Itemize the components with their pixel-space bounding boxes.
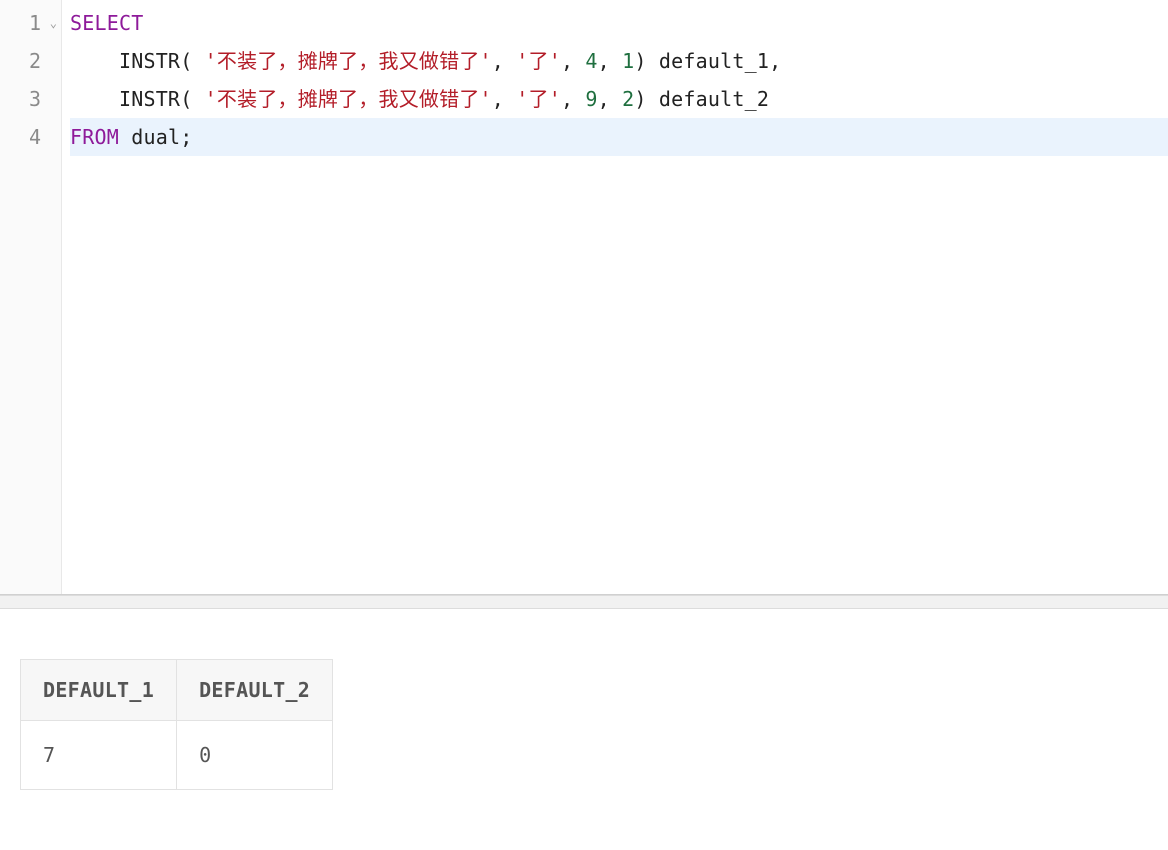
function-instr: INSTR <box>119 49 180 73</box>
paren-close: ) <box>634 87 658 111</box>
code-line-2[interactable]: INSTR( '不装了，摊牌了，我又做错了', '了', 4, 1) defau… <box>70 42 1168 80</box>
comma: , <box>492 49 516 73</box>
indent <box>70 87 119 111</box>
line-number-label: 3 <box>29 87 41 111</box>
column-header[interactable]: DEFAULT_2 <box>177 660 333 721</box>
column-header[interactable]: DEFAULT_1 <box>21 660 177 721</box>
function-instr: INSTR <box>119 87 180 111</box>
table-row[interactable]: 7 0 <box>21 721 333 790</box>
pane-divider[interactable] <box>0 595 1168 609</box>
fold-chevron-icon[interactable]: ⌄ <box>50 16 57 30</box>
paren-close: ) <box>634 49 658 73</box>
code-line-1[interactable]: SELECT <box>70 4 1168 42</box>
comma: , <box>492 87 516 111</box>
keyword-select: SELECT <box>70 11 143 35</box>
comma: , <box>561 49 585 73</box>
table-name: dual <box>131 125 180 149</box>
results-pane: DEFAULT_1 DEFAULT_2 7 0 <box>0 609 1168 810</box>
number-literal: 4 <box>585 49 597 73</box>
number-literal: 2 <box>622 87 634 111</box>
line-number: 3 <box>0 80 61 118</box>
line-number-gutter: 1 ⌄ 2 3 4 <box>0 0 62 594</box>
line-number-label: 2 <box>29 49 41 73</box>
string-literal: '了' <box>516 87 561 111</box>
space <box>119 125 131 149</box>
alias: default_1 <box>659 49 769 73</box>
alias: default_2 <box>659 87 769 111</box>
paren-open: ( <box>180 49 204 73</box>
sql-editor: 1 ⌄ 2 3 4 SELECT INSTR( '不装了，摊牌了，我又做错了',… <box>0 0 1168 595</box>
comma: , <box>598 87 622 111</box>
semicolon: ; <box>180 125 192 149</box>
paren-open: ( <box>180 87 204 111</box>
table-cell: 0 <box>177 721 333 790</box>
keyword-from: FROM <box>70 125 119 149</box>
string-literal: '了' <box>516 49 561 73</box>
table-cell: 7 <box>21 721 177 790</box>
code-area[interactable]: SELECT INSTR( '不装了，摊牌了，我又做错了', '了', 4, 1… <box>62 0 1168 594</box>
comma: , <box>561 87 585 111</box>
line-number: 1 ⌄ <box>0 4 61 42</box>
results-table: DEFAULT_1 DEFAULT_2 7 0 <box>20 659 333 790</box>
string-literal: '不装了，摊牌了，我又做错了' <box>205 87 492 111</box>
number-literal: 9 <box>585 87 597 111</box>
line-number-label: 1 <box>29 11 41 35</box>
comma: , <box>769 49 781 73</box>
comma: , <box>598 49 622 73</box>
line-number-label: 4 <box>29 125 41 149</box>
line-number: 4 <box>0 118 61 156</box>
line-number: 2 <box>0 42 61 80</box>
number-literal: 1 <box>622 49 634 73</box>
indent <box>70 49 119 73</box>
code-line-4[interactable]: FROM dual; <box>70 118 1168 156</box>
string-literal: '不装了，摊牌了，我又做错了' <box>205 49 492 73</box>
table-header-row: DEFAULT_1 DEFAULT_2 <box>21 660 333 721</box>
code-line-3[interactable]: INSTR( '不装了，摊牌了，我又做错了', '了', 9, 2) defau… <box>70 80 1168 118</box>
